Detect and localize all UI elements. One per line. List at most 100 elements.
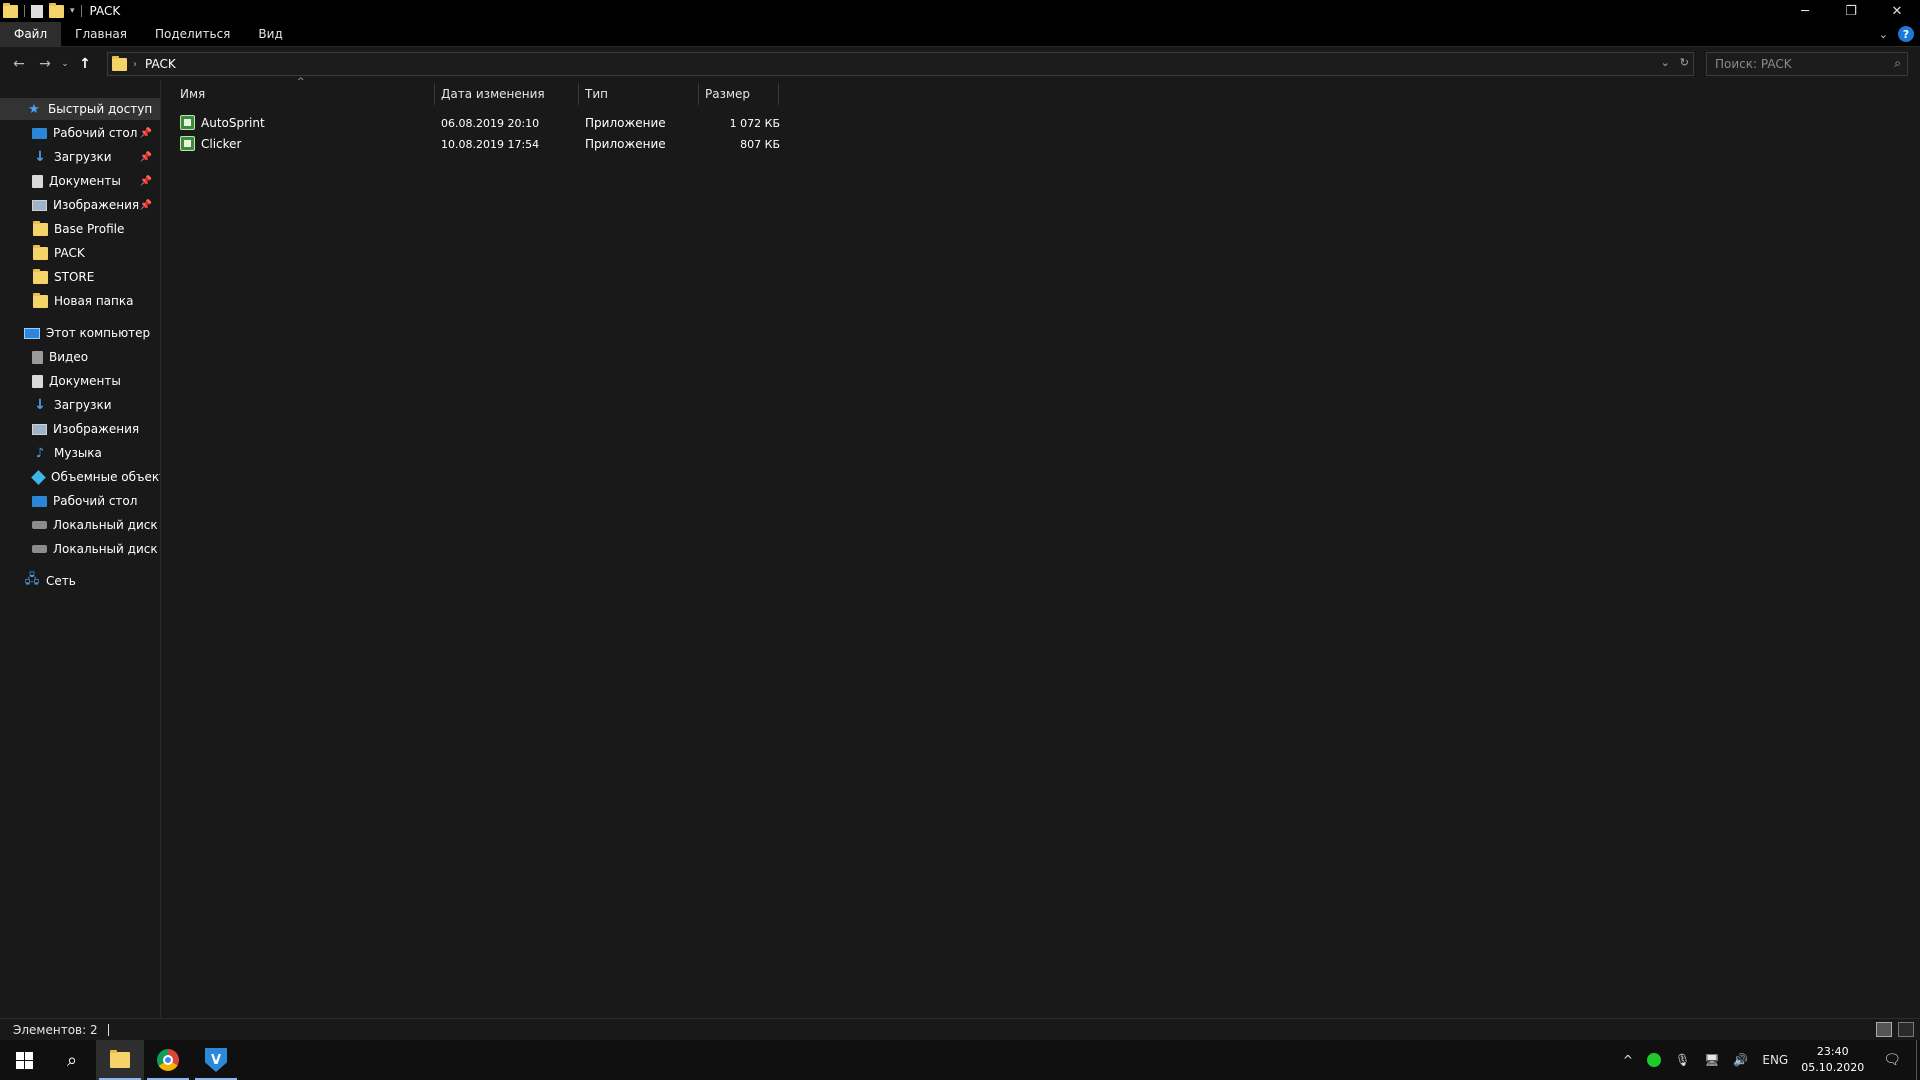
folder-icon — [32, 292, 48, 308]
properties-icon[interactable] — [31, 4, 43, 18]
sidebar-item-drive-c[interactable]: Локальный диск (C:) — [0, 514, 160, 536]
notifications-icon[interactable]: 🗨 — [1883, 1052, 1901, 1068]
sidebar-item-pc-desktop[interactable]: Рабочий стол — [0, 490, 160, 512]
address-bar-actions: ⌄ ↻ — [1661, 56, 1689, 69]
sidebar-item-documents[interactable]: Документы 📌 — [0, 170, 160, 192]
music-icon: ♪ — [35, 445, 45, 461]
sidebar-item-quick-access[interactable]: ★ Быстрый доступ — [0, 98, 160, 120]
tab-view[interactable]: Вид — [244, 22, 296, 47]
tab-home[interactable]: Главная — [61, 22, 141, 47]
breadcrumb-separator[interactable]: › — [133, 59, 137, 70]
column-size[interactable]: Размер — [705, 81, 775, 107]
system-tray: ^ 🎙 🖥 🔊 ENG 23:40 05.10.2020 🗨 — [1616, 1040, 1920, 1080]
column-divider[interactable] — [778, 83, 779, 105]
table-row[interactable]: Clicker 10.08.2019 17:54 Приложение 807 … — [178, 134, 938, 154]
tab-file[interactable]: Файл — [0, 21, 62, 47]
taskbar-file-explorer[interactable] — [96, 1040, 144, 1080]
taskbar-chrome[interactable] — [144, 1040, 192, 1080]
restore-button[interactable]: ❐ — [1828, 0, 1874, 22]
file-type: Приложение — [585, 116, 666, 130]
sidebar-item-downloads[interactable]: ↓ Загрузки 📌 — [0, 146, 160, 168]
sidebar-item-store[interactable]: STORE — [0, 266, 160, 288]
ribbon-tabs: Файл Главная Поделиться Вид ⌄ ? — [0, 21, 1920, 47]
column-divider[interactable] — [434, 83, 435, 105]
expand-ribbon-icon[interactable]: ⌄ — [1879, 28, 1888, 41]
ribbon-right: ⌄ ? — [1879, 26, 1914, 42]
file-type: Приложение — [585, 137, 666, 151]
file-size: 807 КБ — [740, 137, 780, 151]
taskbar-app-shield[interactable]: V — [192, 1040, 240, 1080]
search-input[interactable]: Поиск: PACK ⌕ — [1706, 52, 1908, 76]
taskbar: ⌕ V ^ 🎙 🖥 🔊 ENG 23:40 05.10.2020 🗨 — [0, 1040, 1920, 1080]
column-type[interactable]: Тип — [585, 81, 695, 107]
folder-icon — [32, 244, 48, 260]
sidebar-item-3d-objects[interactable]: Объемные объекты — [0, 466, 160, 488]
clock[interactable]: 23:40 05.10.2020 — [1801, 1044, 1864, 1076]
clock-date: 05.10.2020 — [1801, 1061, 1865, 1074]
column-header: ^ Имя Дата изменения Тип Размер — [162, 77, 782, 107]
sidebar-item-drive-d[interactable]: Локальный диск (D:) — [0, 538, 160, 560]
3d-objects-icon — [31, 469, 46, 485]
microphone-icon[interactable]: 🎙 — [1675, 1053, 1690, 1067]
pin-icon: 📌 — [139, 175, 152, 187]
minimize-button[interactable]: ─ — [1782, 0, 1828, 22]
file-list: ^ Имя Дата изменения Тип Размер AutoSpri… — [162, 77, 1920, 1018]
new-folder-icon[interactable] — [49, 2, 64, 18]
drive-icon — [32, 521, 47, 529]
back-button[interactable]: ← — [6, 56, 32, 72]
sidebar-item-pc-downloads[interactable]: ↓ Загрузки — [0, 394, 160, 416]
volume-icon[interactable]: 🔊 — [1733, 1053, 1748, 1067]
forward-button[interactable]: → — [32, 56, 58, 72]
details-view-button[interactable] — [1876, 1022, 1892, 1037]
sidebar-item-pc-pictures[interactable]: Изображения — [0, 418, 160, 440]
sidebar-item-this-pc[interactable]: Этот компьютер — [0, 322, 160, 344]
show-hidden-icons-icon[interactable]: ^ — [1623, 1053, 1633, 1067]
title-bar: ▾ PACK ─ ❐ ✕ — [0, 0, 1920, 22]
sidebar-item-network[interactable]: 🖧 Сеть — [0, 570, 160, 592]
sidebar-item-pc-documents[interactable]: Документы — [0, 370, 160, 392]
show-desktop-button[interactable] — [1916, 1040, 1920, 1080]
tray-app-icon[interactable] — [1646, 1053, 1661, 1067]
help-icon[interactable]: ? — [1898, 26, 1914, 42]
network-icon: 🖧 — [24, 572, 40, 587]
sidebar-item-pictures[interactable]: Изображения 📌 — [0, 194, 160, 216]
address-bar[interactable]: › PACK ⌄ ↻ — [107, 52, 1694, 76]
shield-icon: V — [205, 1048, 227, 1072]
refresh-icon[interactable]: ↻ — [1680, 56, 1689, 69]
network-icon[interactable]: 🖥 — [1704, 1053, 1719, 1067]
view-switcher — [1876, 1022, 1914, 1037]
large-icons-view-button[interactable] — [1898, 1022, 1914, 1037]
star-icon: ★ — [28, 101, 40, 117]
language-indicator[interactable]: ENG — [1762, 1053, 1788, 1067]
folder-icon — [32, 220, 48, 236]
column-divider[interactable] — [578, 83, 579, 105]
pictures-icon — [32, 423, 47, 435]
close-button[interactable]: ✕ — [1874, 0, 1920, 22]
table-row[interactable]: AutoSprint 06.08.2019 20:10 Приложение 1… — [178, 113, 938, 133]
start-button[interactable] — [0, 1040, 48, 1080]
sidebar-item-video[interactable]: Видео — [0, 346, 160, 368]
item-count: Элементов: 2 — [13, 1022, 98, 1037]
column-divider[interactable] — [698, 83, 699, 105]
desktop-icon — [32, 495, 47, 507]
sidebar-item-music[interactable]: ♪ Музыка — [0, 442, 160, 464]
recent-locations-icon[interactable]: ⌄ — [58, 59, 72, 69]
column-name[interactable]: Имя — [180, 81, 430, 107]
file-size: 1 072 КБ — [729, 116, 780, 130]
sidebar-item-new-folder[interactable]: Новая папка — [0, 290, 160, 312]
application-icon — [180, 115, 195, 130]
folder-icon — [112, 55, 127, 71]
sidebar-item-desktop[interactable]: Рабочий стол 📌 — [0, 122, 160, 144]
pin-icon: 📌 — [139, 127, 152, 139]
address-history-icon[interactable]: ⌄ — [1661, 56, 1670, 69]
sidebar-item-base-profile[interactable]: Base Profile — [0, 218, 160, 240]
up-button[interactable]: ↑ — [72, 56, 98, 72]
downloads-icon: ↓ — [34, 149, 46, 165]
customize-toolbar-icon[interactable]: ▾ — [70, 6, 75, 16]
column-modified[interactable]: Дата изменения — [441, 81, 571, 107]
search-button[interactable]: ⌕ — [48, 1040, 96, 1080]
tab-share[interactable]: Поделиться — [141, 22, 244, 47]
breadcrumb[interactable]: PACK — [145, 57, 176, 71]
sidebar-item-pack[interactable]: PACK — [0, 242, 160, 264]
search-icon[interactable]: ⌕ — [1894, 56, 1901, 71]
